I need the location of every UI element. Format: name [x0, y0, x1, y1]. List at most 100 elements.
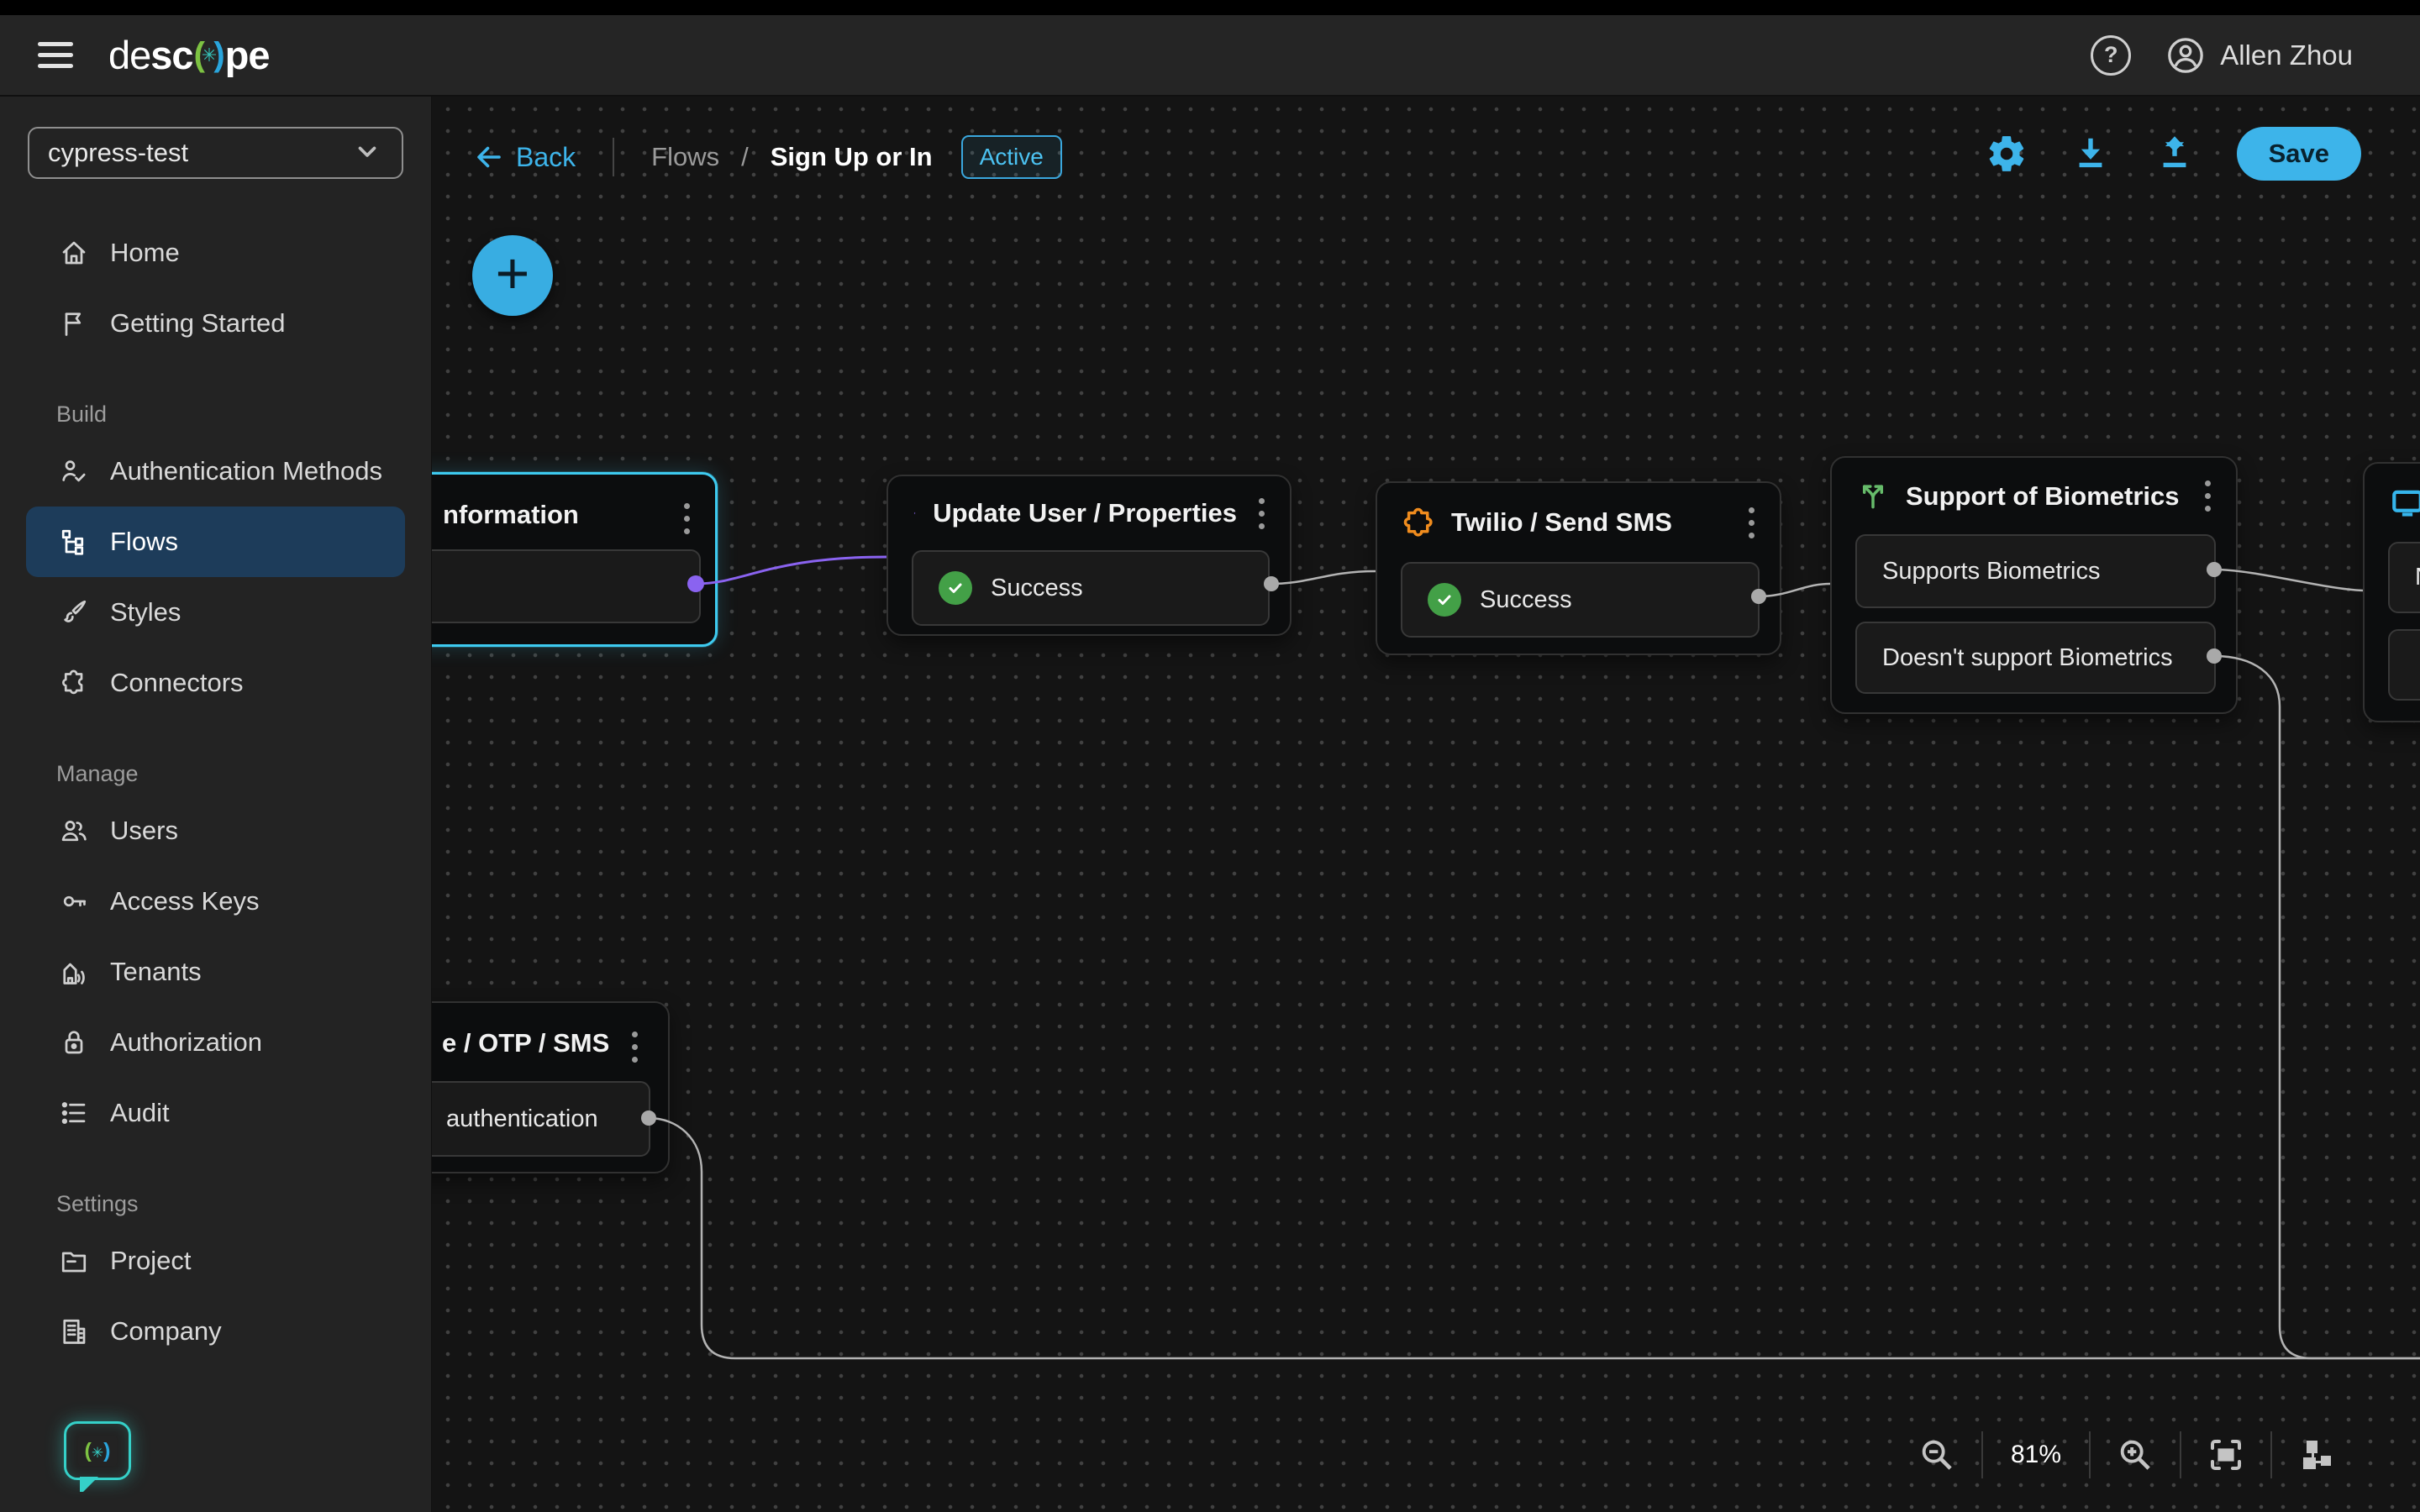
users-icon: [58, 815, 90, 847]
row-label: Success: [991, 574, 1083, 601]
sidebar-item-label: Access Keys: [110, 886, 260, 916]
sidebar-item-getting-started[interactable]: Getting Started: [26, 288, 405, 359]
sidebar-item-flows[interactable]: Flows: [26, 507, 405, 577]
puzzle-icon: [1403, 507, 1433, 537]
node-output-row[interactable]: Success: [912, 550, 1270, 626]
sidebar-item-audit[interactable]: Audit: [26, 1078, 405, 1148]
canvas-actions: Save: [1985, 127, 2361, 181]
zoom-out-icon[interactable]: [1914, 1432, 1960, 1478]
flow-canvas[interactable]: Back Flows / Sign Up or In Active Save +…: [432, 97, 2420, 1512]
node-output-row[interactable]: authentication: [432, 1081, 650, 1157]
breadcrumb-separator: /: [741, 142, 749, 171]
divider: [1981, 1431, 1983, 1478]
sidebar-item-project[interactable]: Project: [26, 1226, 405, 1296]
node-output-row[interactable]: Success: [1401, 562, 1760, 638]
back-label: Back: [516, 141, 576, 172]
node-menu-icon[interactable]: [2200, 475, 2216, 517]
node-menu-icon[interactable]: [679, 498, 695, 539]
sidebar-item-label: Authorization: [110, 1027, 262, 1057]
node-output-row[interactable]: [2388, 629, 2420, 701]
logo-o-right: ): [213, 36, 224, 73]
zoom-in-icon[interactable]: [2112, 1432, 2158, 1478]
user-menu[interactable]: Allen Zhou: [2166, 36, 2353, 75]
node-title: nformation: [443, 500, 579, 529]
auto-layout-icon[interactable]: [2294, 1432, 2339, 1478]
home-icon: [58, 237, 90, 269]
edge-otp-down: [648, 1116, 2420, 1360]
monitor-icon: [2390, 486, 2420, 525]
settings-gear-icon[interactable]: [1985, 129, 2028, 178]
flag-icon: [58, 307, 90, 339]
node-output-row[interactable]: N: [2388, 542, 2420, 613]
sidebar-item-home[interactable]: Home: [26, 218, 405, 288]
window-top-strip: [0, 0, 2420, 15]
node-otp-sms[interactable]: e / OTP / SMS authentication: [432, 1001, 670, 1173]
divider: [2089, 1431, 2091, 1478]
sidebar-item-users[interactable]: Users: [26, 795, 405, 866]
divider: [613, 138, 615, 176]
save-button[interactable]: Save: [2236, 127, 2361, 181]
back-button[interactable]: Back: [474, 142, 576, 173]
node-menu-icon[interactable]: [1254, 493, 1270, 534]
node-twilio-send-sms[interactable]: Twilio / Send SMS Success: [1376, 481, 1781, 655]
node-menu-icon[interactable]: [627, 1026, 643, 1068]
sidebar-item-label: Getting Started: [110, 308, 286, 338]
status-badge[interactable]: Active: [960, 135, 1062, 179]
puzzle-icon: [58, 667, 90, 699]
logo-text: de: [108, 33, 151, 77]
sidebar-item-company[interactable]: Company: [26, 1296, 405, 1367]
upload-flow-icon[interactable]: [2153, 129, 2196, 178]
node-output-row-doesnt-support[interactable]: Doesn't support Biometrics: [1855, 622, 2216, 694]
row-label: N: [2415, 564, 2420, 591]
key-icon: [58, 885, 90, 917]
node-title: Twilio / Send SMS: [1451, 507, 1672, 537]
sidebar-item-styles[interactable]: Styles: [26, 577, 405, 648]
row-label: Success: [1480, 585, 1572, 613]
audit-icon: [58, 1097, 90, 1129]
sidebar-item-authentication-methods[interactable]: Authentication Methods: [26, 436, 405, 507]
sidebar-item-label: Flows: [110, 527, 178, 556]
node-title: Support of Biometrics: [1906, 480, 2180, 511]
edge-doesntsupport-down: [2213, 654, 2420, 1360]
node-output-row[interactable]: [432, 549, 701, 623]
hamburger-menu-icon[interactable]: [38, 42, 73, 68]
flow-name: Sign Up or In: [770, 142, 933, 171]
edge-information-updateuser: [695, 555, 887, 585]
sidebar-item-tenants[interactable]: Tenants: [26, 937, 405, 1007]
sidebar-item-label: Authentication Methods: [110, 456, 382, 486]
download-flow-icon[interactable]: [2069, 129, 2112, 178]
divider: [2270, 1431, 2272, 1478]
arrow-left-icon: [477, 146, 501, 168]
node-support-of-biometrics[interactable]: Support of Biometrics Supports Biometric…: [1830, 456, 2238, 714]
node-title: Update User / Properties: [933, 498, 1237, 528]
breadcrumb-flows[interactable]: Flows: [651, 142, 719, 172]
success-check-icon: [1428, 583, 1461, 617]
sidebar-section-manage: Manage: [56, 761, 139, 786]
node-information[interactable]: nformation: [432, 472, 718, 647]
descope-logo: de sc(✳) pe: [108, 32, 271, 78]
sidebar-item-connectors[interactable]: Connectors: [26, 648, 405, 718]
sidebar-item-label: Connectors: [110, 668, 244, 697]
sidebar-item-label: Styles: [110, 597, 182, 627]
add-node-button[interactable]: +: [472, 235, 553, 316]
node-update-user[interactable]: Update User / Properties Success: [886, 475, 1292, 636]
node-output-row-supports[interactable]: Supports Biometrics: [1855, 534, 2216, 608]
lightning-icon: [913, 512, 916, 515]
sidebar-item-access-keys[interactable]: Access Keys: [26, 866, 405, 937]
node-menu-icon[interactable]: [1744, 502, 1760, 543]
row-label: authentication: [446, 1105, 598, 1132]
logo-text: pe: [224, 33, 271, 77]
help-icon[interactable]: ?: [2091, 34, 2132, 76]
developer-widget-icon[interactable]: (✳): [64, 1421, 131, 1492]
sidebar-item-label: Home: [110, 238, 180, 267]
fit-view-icon[interactable]: [2203, 1432, 2249, 1478]
logo-text: sc: [150, 33, 193, 77]
project-selector[interactable]: cypress-test: [28, 127, 403, 179]
node-screen[interactable]: N: [2363, 462, 2420, 722]
sidebar-item-label: Users: [110, 816, 178, 845]
avatar-icon: [2168, 37, 2204, 73]
flow-toolbar: Back Flows / Sign Up or In Active: [474, 130, 1062, 184]
brush-icon: [58, 596, 90, 628]
sidebar-item-authorization[interactable]: Authorization: [26, 1007, 405, 1078]
sidebar-section-build: Build: [56, 402, 108, 427]
